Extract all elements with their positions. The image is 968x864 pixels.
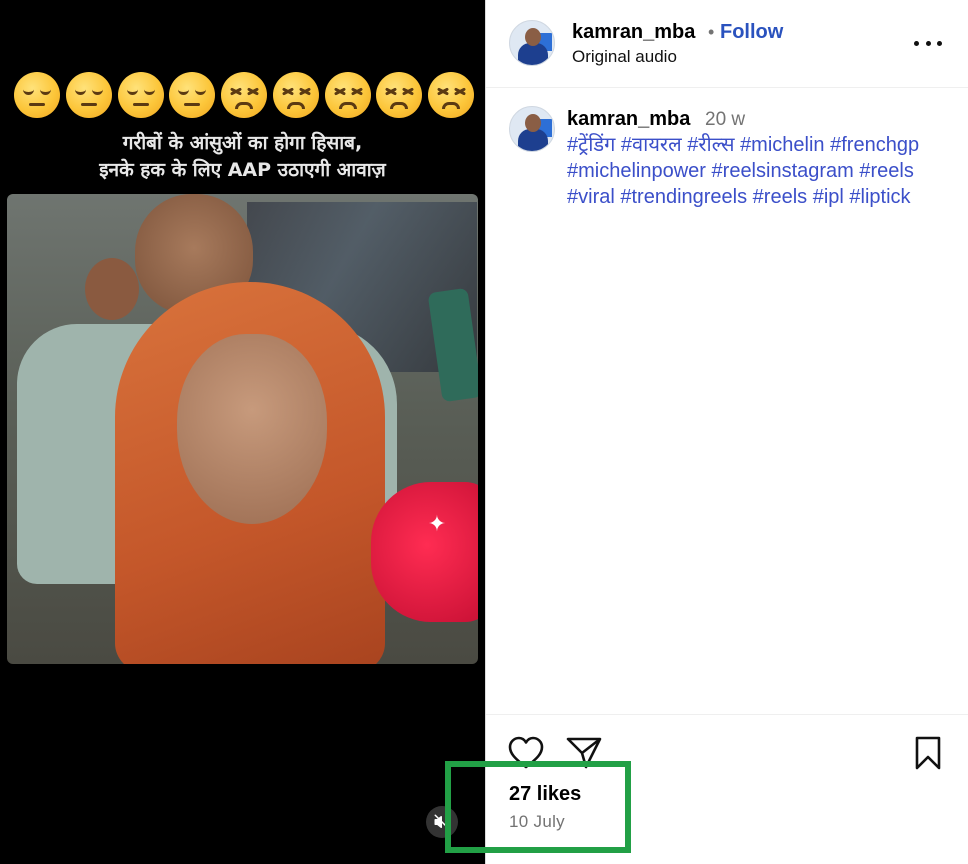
- caption-hashtags: #ट्रेंडिंग #वायरल #रील्स #michelin #fren…: [567, 132, 957, 210]
- hashtag-link[interactable]: #वायरल: [621, 134, 682, 156]
- pensive-face-emoji: [169, 72, 216, 118]
- tired-face-emoji: [376, 72, 423, 118]
- child-figure: [85, 258, 139, 320]
- hashtag-link[interactable]: #viral: [567, 186, 615, 208]
- comment-age: 20 w: [705, 109, 746, 130]
- news-microphone: [371, 482, 478, 622]
- post-side-panel: kamran_mba • Follow Original audio kamra…: [485, 0, 968, 864]
- hashtag-link[interactable]: #reelsinstagram: [712, 160, 854, 182]
- tired-face-emoji: [221, 72, 267, 118]
- hashtag-link[interactable]: #michelinpower: [567, 160, 706, 182]
- video-frame: ✦: [7, 194, 478, 664]
- tired-face-emoji: [272, 72, 319, 118]
- hashtag-link[interactable]: #ipl: [813, 186, 844, 208]
- video-caption: गरीबों के आंसुओं का होगा हिसाब, इनके हक …: [0, 130, 485, 184]
- tired-face-emoji: [324, 72, 371, 118]
- caption-line-2: इनके हक के लिए AAP उठाएगी आवाज़: [99, 159, 386, 181]
- hashtag-link[interactable]: #ट्रेंडिंग: [567, 134, 615, 156]
- header-username[interactable]: kamran_mba: [572, 21, 695, 44]
- hashtag-link[interactable]: #frenchgp: [830, 134, 919, 156]
- pensive-face-emoji: [117, 72, 164, 118]
- comment-avatar[interactable]: [509, 106, 555, 152]
- reel-video[interactable]: गरीबों के आंसुओं का होगा हिसाब, इनके हक …: [0, 0, 485, 864]
- pensive-face-emoji: [65, 72, 112, 118]
- hashtag-link[interactable]: #reels: [859, 160, 913, 182]
- caption-line-1: गरीबों के आंसुओं का होगा हिसाब,: [122, 132, 363, 154]
- follow-button[interactable]: Follow: [720, 21, 783, 44]
- more-options-icon[interactable]: [914, 38, 942, 48]
- bookmark-icon: [915, 736, 941, 770]
- pensive-face-emoji: [14, 72, 60, 118]
- comment-username[interactable]: kamran_mba: [567, 108, 690, 131]
- microphone-logo-icon: ✦: [427, 512, 447, 537]
- hashtag-link[interactable]: #रील्स: [687, 134, 734, 156]
- separator-dot: •: [708, 22, 715, 42]
- post-header: kamran_mba • Follow Original audio: [486, 0, 968, 88]
- woman-face: [177, 334, 327, 524]
- hashtag-link[interactable]: #reels: [753, 186, 807, 208]
- hashtag-link[interactable]: #michelin: [740, 134, 824, 156]
- hashtag-link[interactable]: #trendingreels: [620, 186, 747, 208]
- hashtag-link[interactable]: #liptick: [849, 186, 910, 208]
- tired-face-emoji: [428, 72, 474, 118]
- save-button[interactable]: [910, 736, 946, 770]
- original-audio-link[interactable]: Original audio: [572, 47, 677, 67]
- actions-divider: [486, 714, 968, 715]
- emoji-row: [14, 72, 474, 118]
- likes-highlight-box: [445, 761, 631, 853]
- avatar[interactable]: [509, 20, 555, 66]
